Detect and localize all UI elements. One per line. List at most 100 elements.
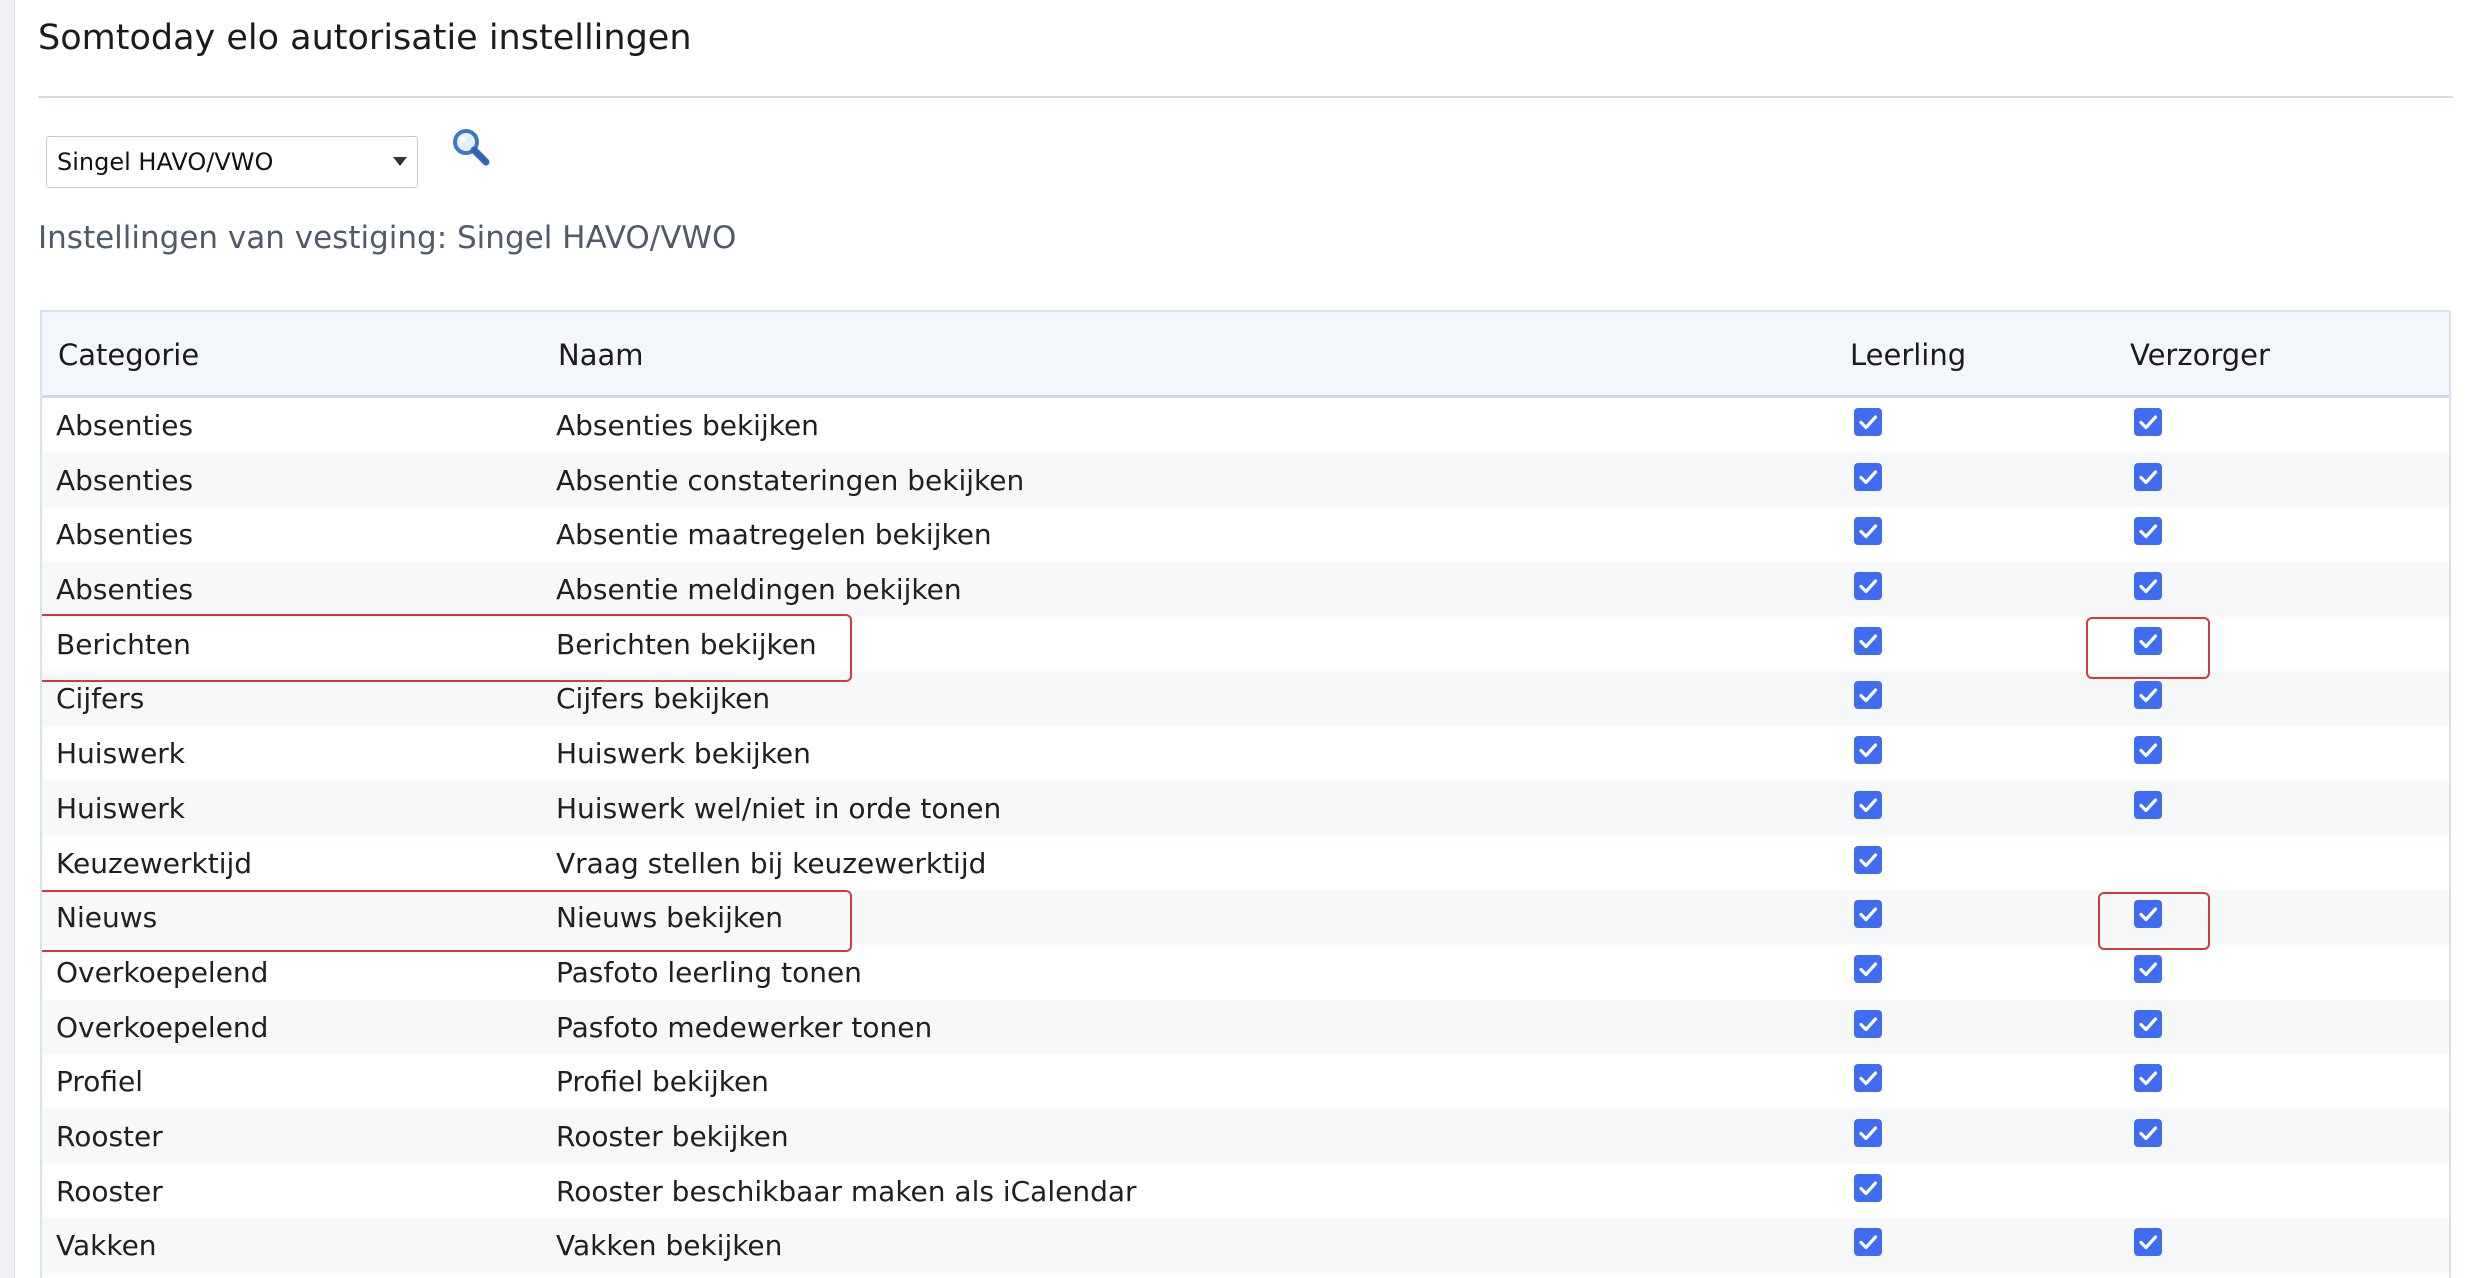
cell-naam: Absentie meldingen bekijken: [556, 573, 962, 607]
table-row: Huiswerk Huiswerk bekijken: [42, 726, 2449, 781]
cell-naam: Pasfoto leerling tonen: [556, 955, 862, 989]
checkbox-leerling[interactable]: [1854, 900, 1882, 929]
cell-naam: Huiswerk bekijken: [556, 737, 811, 771]
checkbox-verzorger[interactable]: [2134, 1118, 2162, 1147]
cell-categorie: Absenties: [56, 463, 194, 497]
checkbox-verzorger[interactable]: [2134, 1228, 2162, 1257]
cell-naam: Profiel bekijken: [556, 1065, 769, 1099]
cell-categorie: Absenties: [56, 409, 194, 442]
checkbox-verzorger[interactable]: [2134, 736, 2162, 765]
checkbox-verzorger[interactable]: [2134, 408, 2162, 436]
checkbox-leerling[interactable]: [1854, 572, 1882, 601]
checkmark-icon: [1859, 1235, 1878, 1250]
checkbox-verzorger[interactable]: [2134, 900, 2162, 929]
cell-categorie: Vakken: [56, 1229, 157, 1263]
cell-categorie: Nieuws: [56, 901, 158, 935]
page-title: Somtoday elo autorisatie instellingen: [38, 18, 692, 58]
checkbox-leerling[interactable]: [1854, 1064, 1882, 1093]
column-header-naam: Naam: [558, 338, 644, 372]
checkbox-leerling[interactable]: [1854, 845, 1882, 874]
cell-naam: Vakken bekijken: [556, 1229, 783, 1263]
checkbox-leerling[interactable]: [1854, 954, 1882, 983]
cell-naam: Absenties bekijken: [556, 409, 819, 442]
checkbox-verzorger[interactable]: [2134, 1064, 2162, 1093]
checkmark-icon: [2139, 415, 2158, 430]
table-header: Categorie Naam Leerling Verzorger: [42, 312, 2449, 398]
checkmark-icon: [2139, 634, 2158, 648]
checkmark-icon: [2139, 1071, 2158, 1086]
checkmark-icon: [2139, 798, 2158, 812]
checkbox-leerling[interactable]: [1854, 626, 1882, 655]
checkbox-leerling[interactable]: [1854, 1173, 1882, 1202]
checkbox-verzorger[interactable]: [2134, 954, 2162, 983]
table-row: Absenties Absenties bekijken: [42, 398, 2449, 453]
checkmark-icon: [1859, 1016, 1878, 1031]
cell-categorie: Profiel: [56, 1065, 144, 1099]
table-row: Profiel Profiel bekijken: [42, 1054, 2449, 1109]
cell-naam: Berichten bekijken: [556, 627, 817, 661]
checkbox-leerling[interactable]: [1854, 1009, 1882, 1038]
cell-naam: Nieuws bekijken: [556, 901, 784, 935]
checkmark-icon: [1859, 415, 1878, 430]
cell-naam: Rooster beschikbaar maken als iCalendar: [556, 1174, 1137, 1208]
checkbox-leerling[interactable]: [1854, 681, 1882, 710]
checkmark-icon: [2139, 743, 2158, 758]
checkbox-verzorger[interactable]: [2134, 572, 2162, 601]
checkmark-icon: [2139, 907, 2158, 922]
checkmark-icon: [2139, 524, 2158, 539]
cell-categorie: Absenties: [56, 518, 194, 552]
checkmark-icon: [2139, 1235, 2158, 1250]
cell-categorie: Rooster: [56, 1119, 163, 1153]
table-row: Vakken Vakken bekijken: [42, 1218, 2449, 1273]
cell-categorie: Keuzewerktijd: [56, 846, 253, 880]
checkmark-icon: [2139, 470, 2158, 484]
checkbox-leerling[interactable]: [1854, 517, 1882, 546]
checkbox-verzorger[interactable]: [2134, 626, 2162, 655]
table-body: Absenties Absenties bekijken Absenties Abse…: [42, 398, 2449, 1273]
cell-naam: Pasfoto medewerker tonen: [556, 1010, 933, 1044]
cell-naam: Rooster bekijken: [556, 1119, 789, 1153]
checkmark-icon: [1859, 470, 1878, 484]
checkmark-icon: [1859, 907, 1878, 922]
cell-categorie: Huiswerk: [56, 791, 186, 825]
checkbox-verzorger[interactable]: [2134, 790, 2162, 819]
checkmark-icon: [1859, 688, 1878, 703]
table-row: Absenties Absentie constateringen bekijke…: [42, 452, 2449, 508]
checkmark-icon: [1859, 1181, 1878, 1195]
search-icon: [453, 129, 490, 166]
checkmark-icon: [1859, 1071, 1878, 1086]
checkmark-icon: [1859, 798, 1878, 812]
cell-naam: Cijfers bekijken: [556, 682, 771, 716]
table-row: Berichten Berichten bekijken: [42, 617, 2449, 672]
checkbox-leerling[interactable]: [1854, 1118, 1882, 1147]
checkbox-leerling[interactable]: [1854, 462, 1882, 491]
table-row: Keuzewerktijd Vraag stellen bij keuzewerk…: [42, 836, 2449, 891]
left-gutter: [0, 0, 15, 1278]
cell-categorie: Overkoepelend: [56, 1010, 269, 1044]
checkmark-icon: [2139, 688, 2158, 703]
table-row: Absenties Absentie maatregelen bekijken: [42, 507, 2449, 562]
table-row: Huiswerk Huiswerk wel/niet in orde tonen: [42, 780, 2449, 836]
checkbox-leerling[interactable]: [1854, 1228, 1882, 1257]
search-button[interactable]: [448, 124, 496, 172]
title-divider: [38, 96, 2453, 98]
checkmark-icon: [1859, 524, 1878, 539]
checkbox-verzorger[interactable]: [2134, 681, 2162, 710]
checkmark-icon: [1859, 579, 1878, 594]
cell-naam: Huiswerk wel/niet in orde tonen: [556, 791, 1002, 825]
cell-naam: Absentie maatregelen bekijken: [556, 518, 992, 552]
checkbox-leerling[interactable]: [1854, 408, 1882, 436]
table-row: Overkoepelend Pasfoto leerling tonen: [42, 945, 2449, 1000]
checkbox-verzorger[interactable]: [2134, 1009, 2162, 1038]
checkbox-verzorger[interactable]: [2134, 462, 2162, 491]
column-header-categorie: Categorie: [58, 338, 200, 372]
checkbox-leerling[interactable]: [1854, 736, 1882, 765]
checkmark-icon: [1859, 852, 1878, 867]
table-row: Nieuws Nieuws bekijken: [42, 890, 2449, 945]
checkmark-icon: [1859, 634, 1878, 648]
location-select[interactable]: Singel HAVO/VWO: [46, 136, 418, 188]
checkbox-leerling[interactable]: [1854, 790, 1882, 819]
cell-categorie: Huiswerk: [56, 737, 186, 771]
checkmark-icon: [1859, 743, 1878, 758]
checkbox-verzorger[interactable]: [2134, 517, 2162, 546]
